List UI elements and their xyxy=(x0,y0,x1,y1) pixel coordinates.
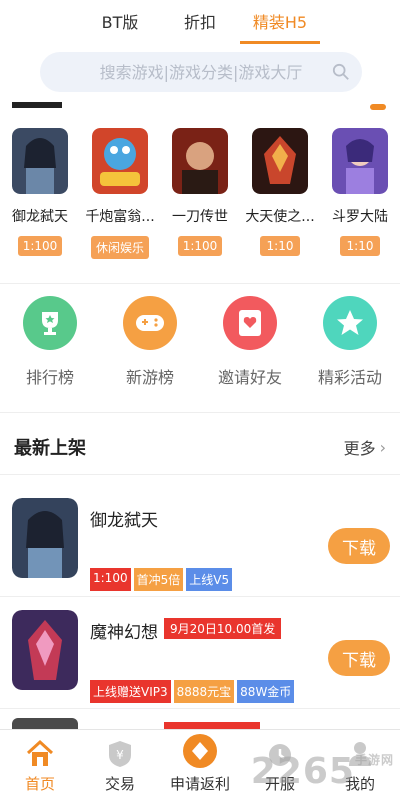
game-badge: 1:100 xyxy=(17,236,63,256)
game-name: 一刀传世 xyxy=(172,209,228,225)
feature-events[interactable]: 精彩活动 xyxy=(300,296,400,388)
gamepad-icon[interactable] xyxy=(123,296,177,350)
tag: 88W金币 xyxy=(237,680,295,703)
list-item[interactable]: 御龙弑天 1:100 首冲5倍 上线V5 下载 xyxy=(0,498,400,608)
diamond-icon xyxy=(183,734,217,768)
section-title: 最新上架 xyxy=(14,438,86,459)
launch-badge: 9月20日10.00首发 xyxy=(164,618,282,639)
new-section-header: 最新上架 更多 › xyxy=(14,432,386,462)
tab-h5[interactable]: 精装H5 xyxy=(240,0,320,46)
game-thumbnail[interactable] xyxy=(92,128,148,194)
home-icon xyxy=(26,739,54,766)
tag: 上线V5 xyxy=(186,568,233,591)
feature-label: 排行榜 xyxy=(25,368,74,387)
nav-label: 交易 xyxy=(104,775,135,793)
divider xyxy=(0,412,400,413)
game-item[interactable]: 一刀传世 1:100 xyxy=(160,128,240,259)
top-tabs: BT版 折扣 精装H5 xyxy=(0,0,400,46)
search-icon[interactable] xyxy=(332,63,350,81)
game-icon[interactable] xyxy=(12,498,78,578)
nav-label: 首页 xyxy=(24,775,55,793)
game-name: 千炮富翁... xyxy=(85,209,155,225)
game-thumbnail[interactable] xyxy=(252,128,308,194)
feature-label: 新游榜 xyxy=(125,368,174,387)
svg-text:¥: ¥ xyxy=(116,748,124,762)
game-row: 御龙弑天 1:100 千炮富翁... 休闲娱乐 一刀传世 1:100 大天使之.… xyxy=(0,128,400,259)
nav-rebate[interactable]: 申请返利 xyxy=(160,730,240,800)
tab-bt[interactable]: BT版 xyxy=(80,0,160,46)
tag: 上线赠送VIP3 xyxy=(90,680,171,703)
search-bar[interactable] xyxy=(40,52,362,92)
watermark-suffix: 手游网 xyxy=(354,753,394,767)
trophy-icon[interactable] xyxy=(23,296,77,350)
feature-label: 精彩活动 xyxy=(317,368,382,387)
game-title: 魔神幻想 xyxy=(90,623,158,643)
tag: 1:100 xyxy=(90,568,131,591)
game-name: 斗罗大陆 xyxy=(332,209,388,225)
download-button[interactable]: 下载 xyxy=(328,640,390,676)
feature-ranking[interactable]: 排行榜 xyxy=(0,296,100,388)
game-item[interactable]: 御龙弑天 1:100 xyxy=(0,128,80,259)
game-thumbnail[interactable] xyxy=(172,128,228,194)
tag: 首冲5倍 xyxy=(133,568,184,591)
list-item[interactable]: 魔神幻想 9月20日10.00首发 上线赠送VIP3 8888元宝 88W金币 … xyxy=(0,610,400,720)
divider xyxy=(0,596,400,597)
game-thumbnail[interactable] xyxy=(332,128,388,194)
search-input[interactable] xyxy=(79,61,323,83)
divider xyxy=(0,474,400,475)
feature-grid: 排行榜 新游榜 邀请好友 精彩活动 xyxy=(0,296,400,388)
game-name: 御龙弑天 xyxy=(12,209,68,225)
more-label: 更多 xyxy=(343,439,376,458)
feature-invite[interactable]: 邀请好友 xyxy=(200,296,300,388)
game-badge: 1:10 xyxy=(260,236,300,256)
nav-home[interactable]: 首页 xyxy=(0,730,80,800)
game-badge: 休闲娱乐 xyxy=(90,236,149,259)
game-item[interactable]: 斗罗大陆 1:10 xyxy=(320,128,400,259)
game-item[interactable]: 千炮富翁... 休闲娱乐 xyxy=(80,128,160,259)
nav-label: 申请返利 xyxy=(169,775,230,793)
tag: 8888元宝 xyxy=(173,680,235,703)
game-badge: 1:100 xyxy=(177,236,223,256)
divider xyxy=(0,283,400,284)
card-icon[interactable] xyxy=(223,296,277,350)
feature-label: 邀请好友 xyxy=(217,368,282,387)
game-thumbnail[interactable] xyxy=(12,128,68,194)
game-title: 御龙弑天 xyxy=(90,511,158,531)
tag-row: 上线赠送VIP3 8888元宝 88W金币 xyxy=(90,680,295,703)
game-item[interactable]: 大天使之... 1:10 xyxy=(240,128,320,259)
watermark-text: 2265 xyxy=(250,751,355,792)
game-icon[interactable] xyxy=(12,610,78,690)
yen-shield-icon: ¥ xyxy=(109,741,131,767)
watermark: 2265手游网 xyxy=(251,751,394,792)
game-badge: 1:10 xyxy=(340,236,380,256)
section-title-peek xyxy=(12,100,72,110)
download-button[interactable]: 下载 xyxy=(328,528,390,564)
feature-new-games[interactable]: 新游榜 xyxy=(100,296,200,388)
more-link[interactable]: 更多 › xyxy=(344,435,386,459)
chevron-right-icon: › xyxy=(379,437,386,457)
star-icon[interactable] xyxy=(323,296,377,350)
tab-discount[interactable]: 折扣 xyxy=(160,0,240,46)
divider xyxy=(0,708,400,709)
section-indicator xyxy=(370,104,386,110)
tag-row: 1:100 首冲5倍 上线V5 xyxy=(90,568,233,591)
game-name: 大天使之... xyxy=(245,209,315,225)
nav-trade[interactable]: ¥ 交易 xyxy=(80,730,160,800)
